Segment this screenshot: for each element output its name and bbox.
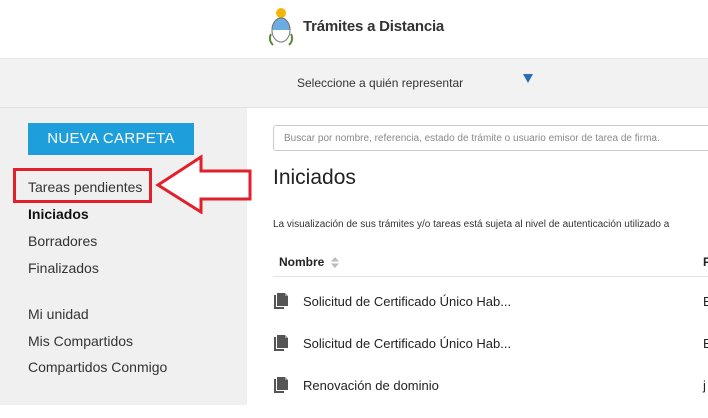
search-input[interactable] — [273, 125, 708, 151]
page-title: Iniciados — [273, 166, 356, 189]
table-row[interactable]: Renovación de dominio j — [273, 376, 708, 418]
top-header: Trámites a Distancia — [0, 0, 708, 59]
row-name[interactable]: Solicitud de Certificado Único Hab... — [303, 336, 511, 351]
sidebar-item-finished[interactable]: Finalizados — [28, 260, 99, 276]
header-divider — [273, 276, 708, 277]
document-icon — [274, 293, 288, 309]
authentication-notice: La visualización de sus trámites y/o tar… — [273, 219, 670, 230]
document-icon — [274, 335, 288, 351]
column-header-second[interactable]: F — [703, 255, 708, 269]
annotation-highlight-box — [13, 168, 152, 203]
annotation-arrow-icon — [155, 154, 252, 214]
column-header-name-label: Nombre — [279, 255, 325, 269]
sidebar: NUEVA CARPETA Tareas pendientes Iniciado… — [0, 108, 247, 405]
sidebar-item-shared-with-me[interactable]: Compartidos Conmigo — [28, 359, 167, 375]
row-name[interactable]: Renovación de dominio — [303, 378, 439, 393]
caret-down-icon[interactable] — [523, 74, 533, 83]
representation-selector-label[interactable]: Seleccione a quién representar — [297, 76, 463, 90]
sidebar-item-started[interactable]: Iniciados — [28, 206, 89, 222]
row-extra: E — [703, 336, 708, 351]
representation-selector[interactable]: Seleccione a quién representar — [0, 59, 708, 108]
table-row[interactable]: Solicitud de Certificado Único Hab... E — [273, 334, 708, 376]
sidebar-item-my-shared[interactable]: Mis Compartidos — [28, 333, 133, 349]
new-folder-button[interactable]: NUEVA CARPETA — [28, 123, 194, 155]
argentina-coat-of-arms-icon — [268, 8, 294, 46]
sort-icon[interactable] — [330, 257, 339, 269]
row-extra: E — [703, 294, 708, 309]
row-name[interactable]: Solicitud de Certificado Único Hab... — [303, 294, 511, 309]
row-extra: j — [703, 378, 706, 393]
sidebar-item-my-drive[interactable]: Mi unidad — [28, 306, 89, 322]
table-row[interactable]: Solicitud de Certificado Único Hab... E — [273, 292, 708, 334]
app-title: Trámites a Distancia — [303, 18, 445, 35]
column-header-name[interactable]: Nombre — [279, 255, 339, 269]
document-icon — [274, 377, 288, 393]
sidebar-item-drafts[interactable]: Borradores — [28, 233, 97, 249]
